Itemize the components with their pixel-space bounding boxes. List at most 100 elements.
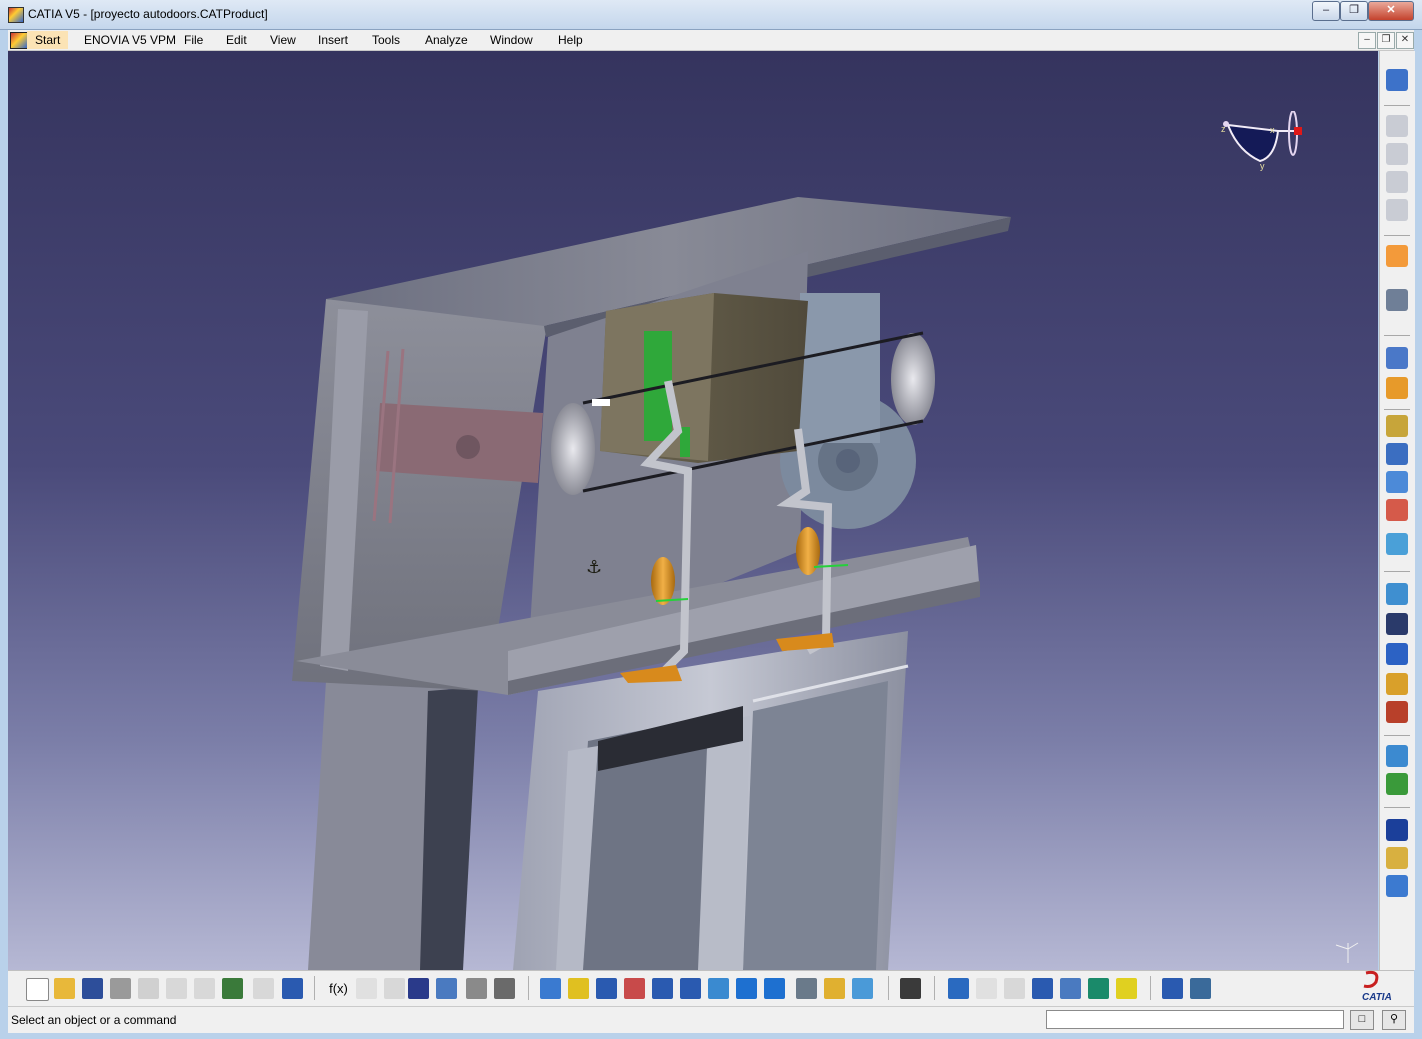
save-icon[interactable] bbox=[82, 978, 103, 999]
menu-enovia[interactable]: ENOVIA V5 VPM bbox=[84, 33, 176, 47]
bill-of-material-icon[interactable] bbox=[466, 978, 487, 999]
close-icon[interactable]: ✕ bbox=[1368, 1, 1414, 21]
catia-window: CATIA V5 - [proyecto autodoors.CATProduc… bbox=[0, 0, 1422, 1039]
sequence-icon[interactable] bbox=[1386, 643, 1408, 665]
anchor-icon[interactable] bbox=[384, 978, 405, 999]
pan-icon[interactable] bbox=[596, 978, 617, 999]
fly-icon[interactable] bbox=[540, 978, 561, 999]
maximize-icon[interactable]: ❐ bbox=[1340, 1, 1368, 21]
paste-icon[interactable] bbox=[194, 978, 215, 999]
swept-icon[interactable] bbox=[1386, 847, 1408, 869]
first-icon[interactable] bbox=[976, 978, 997, 999]
product-icon-1[interactable] bbox=[1386, 115, 1408, 137]
right-toolbar bbox=[1379, 51, 1415, 970]
zoom-out-icon[interactable] bbox=[680, 978, 701, 999]
help-icon[interactable] bbox=[282, 978, 303, 999]
graph-icon[interactable] bbox=[436, 978, 457, 999]
formula-icon[interactable]: f(x) bbox=[328, 978, 349, 999]
doc-close-icon[interactable]: ✕ bbox=[1396, 32, 1414, 49]
section-icon[interactable] bbox=[1386, 673, 1408, 695]
copy-icon[interactable] bbox=[166, 978, 187, 999]
swap-icon[interactable] bbox=[852, 978, 873, 999]
print-icon[interactable] bbox=[110, 978, 131, 999]
distance-icon[interactable] bbox=[1386, 745, 1408, 767]
catia-logo: CATIA bbox=[1362, 970, 1392, 1003]
menu-window[interactable]: Window bbox=[490, 33, 533, 47]
fix-icon[interactable] bbox=[1386, 443, 1408, 465]
menu-insert[interactable]: Insert bbox=[318, 33, 348, 47]
product-icon-2[interactable] bbox=[1386, 143, 1408, 165]
menu-analyze[interactable]: Analyze bbox=[425, 33, 468, 47]
menu-start[interactable]: Start bbox=[27, 31, 69, 49]
menu-tools[interactable]: Tools bbox=[372, 33, 400, 47]
3d-viewport[interactable]: ⚓ z x y bbox=[8, 51, 1378, 970]
rotate-icon[interactable] bbox=[624, 978, 645, 999]
analysis-icon[interactable] bbox=[948, 978, 969, 999]
doc-restore-icon[interactable]: ❐ bbox=[1377, 32, 1395, 49]
command-search-icon[interactable]: ⚲ bbox=[1382, 1010, 1406, 1030]
cut-icon[interactable] bbox=[138, 978, 159, 999]
status-bar: Select an object or a command □ ⚲ bbox=[8, 1006, 1414, 1033]
product-icon-3[interactable] bbox=[1386, 171, 1408, 193]
product-structure-icon[interactable] bbox=[1386, 875, 1408, 897]
scene-icon[interactable] bbox=[1386, 613, 1408, 635]
status-message: Select an object or a command bbox=[11, 1013, 177, 1027]
catia-menu-icon[interactable] bbox=[10, 32, 28, 49]
product-icon-4[interactable] bbox=[1386, 199, 1408, 221]
select-arrow-icon[interactable] bbox=[1386, 245, 1408, 267]
menu-view[interactable]: View bbox=[270, 33, 296, 47]
save-management-icon[interactable] bbox=[1190, 978, 1211, 999]
lamp-icon[interactable] bbox=[1116, 978, 1137, 999]
catalog-icon[interactable] bbox=[1386, 819, 1408, 841]
axis-indicator-icon bbox=[1335, 942, 1359, 963]
multiview-icon[interactable] bbox=[736, 978, 757, 999]
new-icon[interactable] bbox=[26, 978, 49, 1001]
color-icon[interactable] bbox=[1088, 978, 1109, 999]
fit-all-icon[interactable] bbox=[568, 978, 589, 999]
svg-text:y: y bbox=[1260, 161, 1265, 171]
menu-bar: Start ENOVIA V5 VPM File Edit View Inser… bbox=[8, 30, 1414, 51]
iso-view-icon[interactable] bbox=[764, 978, 785, 999]
explode-icon[interactable] bbox=[1386, 377, 1408, 399]
generative-icon[interactable] bbox=[1386, 773, 1408, 795]
clash-icon[interactable] bbox=[1386, 701, 1408, 723]
open-icon[interactable] bbox=[54, 978, 75, 999]
shading-icon[interactable] bbox=[796, 978, 817, 999]
catalog-browser-icon[interactable] bbox=[1060, 978, 1081, 999]
title-bar[interactable]: CATIA V5 - [proyecto autodoors.CATProduc… bbox=[0, 0, 1422, 30]
anchor-marker-icon: ⚓ bbox=[586, 557, 602, 578]
split-icon[interactable] bbox=[494, 978, 515, 999]
power-input-icon[interactable]: □ bbox=[1350, 1010, 1374, 1030]
constraint-icon[interactable] bbox=[1386, 415, 1408, 437]
menu-edit[interactable]: Edit bbox=[226, 33, 247, 47]
catia-app-icon[interactable] bbox=[8, 7, 24, 23]
window-title: CATIA V5 - [proyecto autodoors.CATProduc… bbox=[28, 7, 268, 21]
minimize-icon[interactable]: – bbox=[1312, 1, 1340, 21]
spaceball-icon[interactable] bbox=[1386, 69, 1408, 91]
offset-icon[interactable] bbox=[1386, 499, 1408, 521]
compass-icon[interactable]: z x y bbox=[1220, 111, 1310, 171]
svg-text:x: x bbox=[1270, 125, 1275, 135]
command-input[interactable] bbox=[1046, 1010, 1344, 1029]
capture-icon[interactable] bbox=[900, 978, 921, 999]
bottom-toolbar: f(x) bbox=[8, 970, 1414, 1006]
search-icon[interactable] bbox=[1032, 978, 1053, 999]
hide-show-icon[interactable] bbox=[824, 978, 845, 999]
menu-file[interactable]: File bbox=[184, 33, 203, 47]
redo-icon[interactable] bbox=[253, 978, 274, 999]
measure-icon[interactable] bbox=[1386, 583, 1408, 605]
exchange-icon[interactable] bbox=[1162, 978, 1183, 999]
undo-icon[interactable] bbox=[222, 978, 243, 999]
table-icon[interactable] bbox=[408, 978, 429, 999]
assembly-model: ⚓ bbox=[292, 197, 1011, 970]
update-icon[interactable] bbox=[1386, 533, 1408, 555]
menu-help[interactable]: Help bbox=[558, 33, 583, 47]
manipulation-icon[interactable] bbox=[1386, 289, 1408, 311]
zoom-in-icon[interactable] bbox=[652, 978, 673, 999]
comment-icon[interactable] bbox=[356, 978, 377, 999]
contact-icon[interactable] bbox=[1386, 471, 1408, 493]
doc-minimize-icon[interactable]: – bbox=[1358, 32, 1376, 49]
normal-view-icon[interactable] bbox=[708, 978, 729, 999]
last-icon[interactable] bbox=[1004, 978, 1025, 999]
snap-icon[interactable] bbox=[1386, 347, 1408, 369]
